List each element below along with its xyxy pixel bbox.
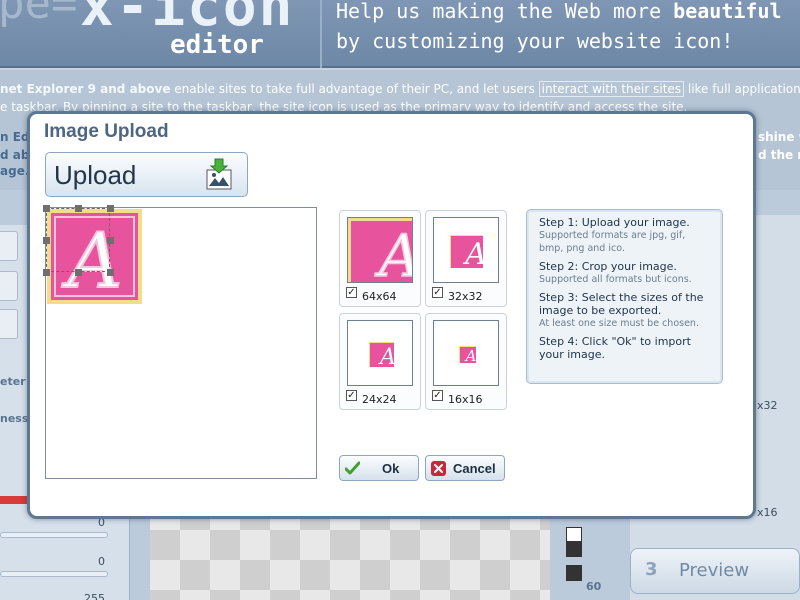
tool-button[interactable]	[0, 309, 18, 339]
thumbnail-image: A	[459, 346, 477, 365]
svg-text:A: A	[374, 222, 413, 283]
thumbnail-frame: A	[433, 217, 499, 283]
intro-link[interactable]: interact with their sites	[538, 81, 685, 97]
thumbnail-24: A ✓ 24x24	[339, 313, 421, 410]
upload-image-icon	[206, 158, 232, 190]
thumbnail-frame: A	[347, 320, 413, 386]
site-header: pe= x-icon editor Help us making the Web…	[0, 0, 800, 68]
crop-handle[interactable]	[75, 205, 82, 212]
zoom-value: 60	[586, 580, 602, 593]
thumbnail-image: A	[369, 342, 396, 370]
cancel-label: Cancel	[453, 461, 496, 476]
contrast-label: ness	[0, 412, 29, 425]
crop-selection[interactable]	[43, 205, 114, 276]
size-label: 24x24	[362, 393, 397, 406]
intro-text: enable sites to take full advantage of t…	[170, 82, 539, 96]
crop-handle[interactable]	[107, 205, 114, 212]
intro-fragment: age.	[0, 164, 30, 178]
intro-fragment: n Ed	[0, 130, 30, 144]
step-heading: Step 2: Crop your image.	[539, 260, 677, 273]
tool-button[interactable]	[0, 231, 18, 261]
header-tagline: Help us making the Web more beautiful by…	[336, 0, 782, 56]
crop-handle[interactable]	[107, 237, 114, 244]
step-heading: Step 1: Upload your image.	[539, 216, 690, 229]
intro-bold: net Explorer 9 and above	[0, 82, 171, 96]
size-label: x32	[757, 399, 778, 412]
step-note: At least one size must be chosen.	[539, 318, 699, 329]
thumbnail-frame: A	[347, 217, 413, 283]
intro-line-1: net Explorer 9 and above enable sites to…	[0, 80, 800, 98]
svg-text:A: A	[462, 237, 487, 272]
intro-fragment: d ab	[0, 148, 30, 162]
thumbnail-image: A	[450, 235, 487, 272]
crop-handle[interactable]	[43, 269, 50, 276]
tagline-line-2: by customizing your website icon!	[336, 29, 734, 53]
size-label: 16x16	[448, 393, 483, 406]
crop-handle[interactable]	[43, 237, 50, 244]
size-checkbox[interactable]: ✓	[432, 390, 443, 401]
thumbnail-frame: A	[433, 320, 499, 386]
crop-handle[interactable]	[43, 205, 50, 212]
upload-button[interactable]: Upload	[45, 152, 248, 197]
close-icon	[431, 461, 446, 476]
slider-track[interactable]	[0, 532, 108, 538]
preview-step-number: 3	[645, 559, 658, 580]
step-note: Supported formats are jpg, gif, bmp, png…	[539, 230, 686, 254]
preview-label: Preview	[679, 560, 750, 581]
tagline-text: Help us making the Web more	[336, 0, 674, 23]
color-indicator	[0, 496, 28, 504]
checkmark-icon	[345, 461, 360, 475]
logo-subtitle: editor	[170, 30, 264, 60]
size-checkbox[interactable]: ✓	[346, 287, 357, 298]
crop-handle[interactable]	[107, 269, 114, 276]
size-checkbox[interactable]: ✓	[346, 390, 357, 401]
size-checkbox[interactable]: ✓	[432, 287, 443, 298]
ok-button[interactable]: Ok	[339, 455, 419, 481]
size-label: 64x64	[362, 290, 397, 303]
intro-fragment: d the m	[758, 148, 800, 162]
intro-fragment: shine w	[758, 130, 800, 144]
thumbnail-32: A ✓ 32x32	[425, 210, 507, 307]
intro-text-end: like full application	[684, 82, 800, 96]
slider-value: 255	[84, 592, 105, 600]
step-heading: Step 4: Click "Ok" to import your image.	[539, 335, 691, 361]
svg-text:A: A	[378, 345, 396, 370]
size-label: x16	[757, 506, 778, 519]
cancel-button[interactable]: Cancel	[425, 455, 505, 481]
crop-handle[interactable]	[75, 269, 82, 276]
tool-button[interactable]	[0, 271, 18, 301]
brightness-label: eter	[0, 375, 26, 388]
header-divider	[320, 0, 322, 68]
svg-text:A: A	[464, 347, 477, 365]
size-label: 32x32	[448, 290, 483, 303]
logo-prefix: pe=	[0, 0, 78, 29]
color-swatch[interactable]	[566, 541, 582, 557]
preview-button[interactable]: 3 Preview	[630, 548, 800, 594]
upload-label: Upload	[54, 160, 137, 190]
thumbnail-image: A	[348, 218, 413, 283]
crop-area[interactable]: A	[43, 205, 317, 479]
step-heading: Step 3: Select the sizes of the image to…	[539, 291, 704, 317]
ok-label: Ok	[382, 461, 400, 476]
slider-value: 0	[98, 555, 105, 568]
slider-track[interactable]	[0, 571, 108, 577]
color-swatch[interactable]	[566, 565, 582, 581]
image-upload-dialog: Image Upload Upload A ✓ 64x64 A ✓ 32x32 …	[27, 111, 756, 519]
instructions-panel: Step 1: Upload your image. Supported for…	[526, 209, 723, 384]
thumbnail-64: A ✓ 64x64	[339, 210, 421, 307]
tagline-bold: beautiful	[673, 0, 782, 23]
dialog-title: Image Upload	[44, 121, 169, 142]
step-note: Supported all formats but icons.	[539, 274, 692, 285]
thumbnail-16: A ✓ 16x16	[425, 313, 507, 410]
